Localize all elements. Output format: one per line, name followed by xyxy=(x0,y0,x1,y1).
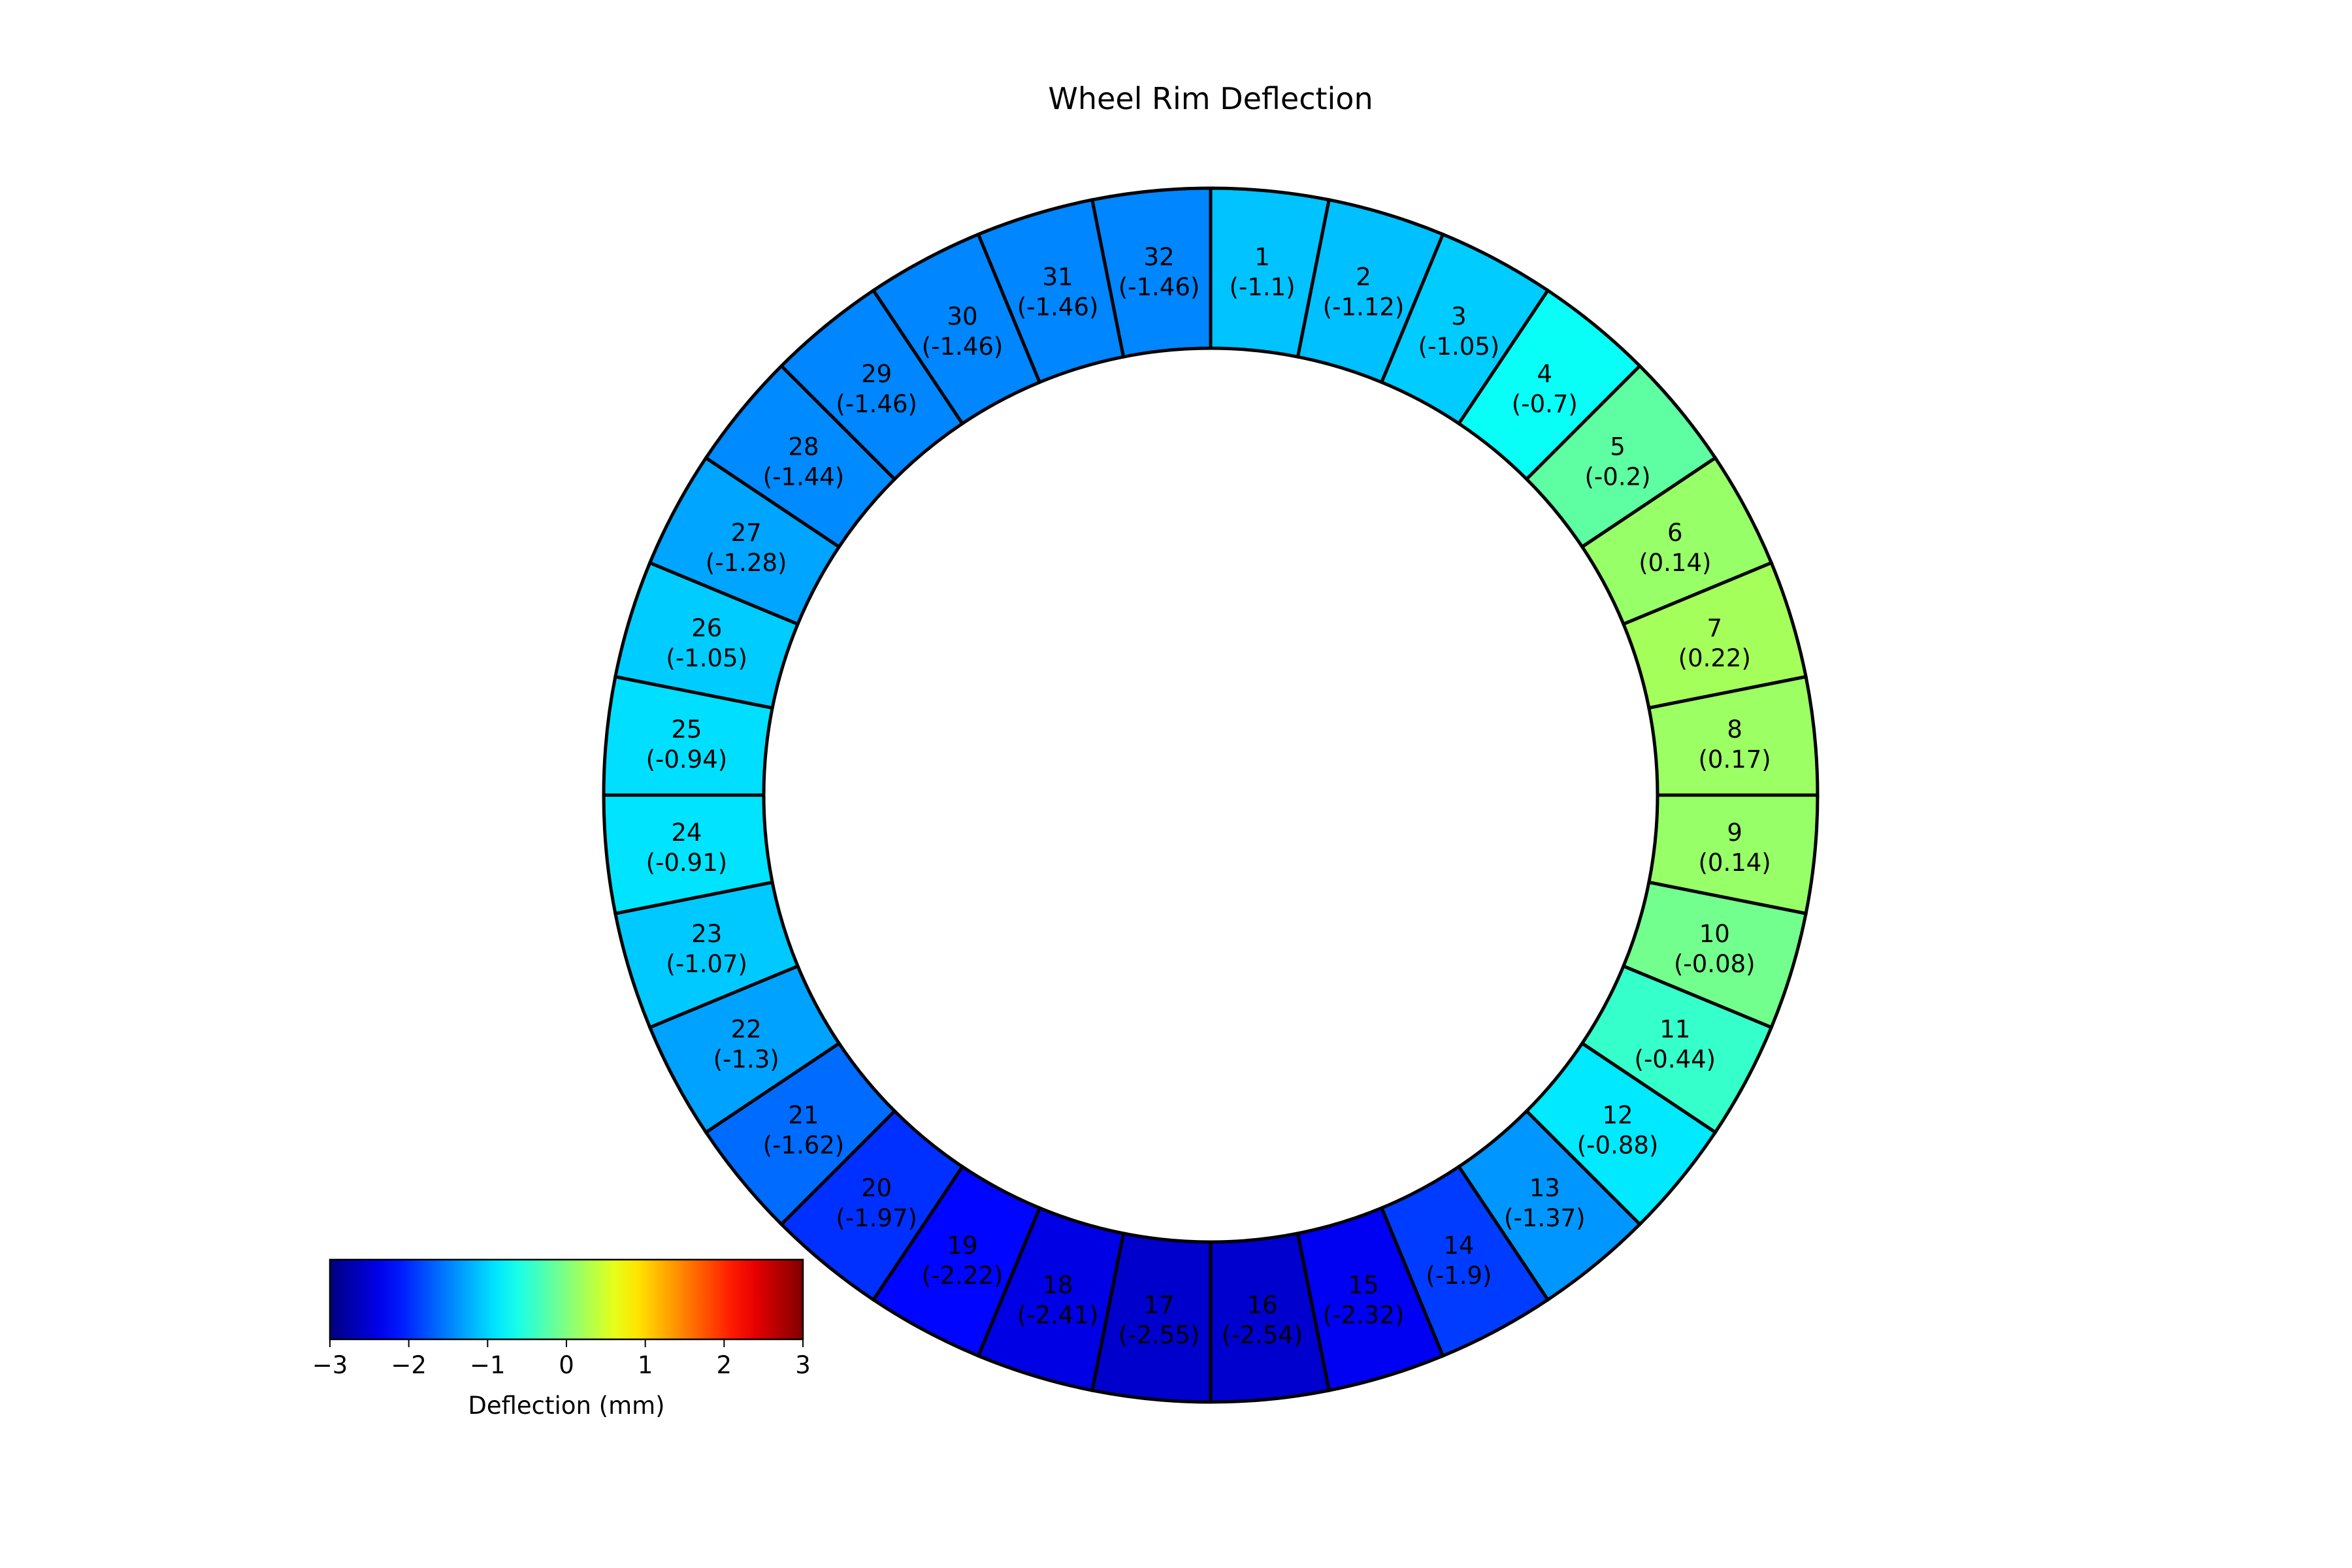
segment-id-label: 11 xyxy=(1659,1015,1690,1043)
colorbar-tick-label: 2 xyxy=(717,1351,732,1379)
segment-value-label: (-0.88) xyxy=(1577,1131,1659,1159)
segment-value-label: (-0.44) xyxy=(1635,1045,1716,1073)
segment-value-label: (-1.1) xyxy=(1229,273,1295,301)
segment-value-label: (-0.91) xyxy=(646,849,728,877)
segment-value-label: (-1.62) xyxy=(763,1131,845,1159)
segment-id-label: 6 xyxy=(1667,519,1683,547)
colorbar-gradient xyxy=(330,1260,803,1339)
segment-value-label: (-2.32) xyxy=(1323,1301,1405,1329)
segment-value-label: (-1.46) xyxy=(836,390,917,418)
segment-id-label: 15 xyxy=(1348,1271,1379,1299)
segment-id-label: 2 xyxy=(1356,263,1371,291)
segment-id-label: 26 xyxy=(691,614,722,642)
segment-id-label: 21 xyxy=(788,1101,819,1129)
segment-id-label: 5 xyxy=(1610,433,1625,461)
colorbar-ticks: −3 −2 −1 0 1 2 3 xyxy=(312,1339,811,1379)
segment-value-label: (-2.22) xyxy=(922,1262,1004,1290)
colorbar-tick-label: 1 xyxy=(638,1351,653,1379)
segment-id-label: 29 xyxy=(861,360,892,388)
segment-value-label: (-1.3) xyxy=(713,1045,779,1073)
segment-id-label: 13 xyxy=(1529,1174,1560,1202)
segment-value-label: (-1.46) xyxy=(1119,273,1200,301)
segment-id-label: 20 xyxy=(861,1174,892,1202)
segment-value-label: (-1.97) xyxy=(836,1204,917,1232)
colorbar-label: Deflection (mm) xyxy=(468,1392,664,1420)
segment-id-label: 19 xyxy=(947,1232,978,1260)
segment-id-label: 10 xyxy=(1699,920,1730,948)
segment-id-label: 24 xyxy=(671,819,702,847)
segment-id-label: 7 xyxy=(1707,614,1723,642)
segment-value-label: (-1.07) xyxy=(666,950,747,978)
chart-title: Wheel Rim Deflection xyxy=(1048,81,1373,116)
segment-value-label: (-1.05) xyxy=(1418,333,1500,361)
segment-id-label: 23 xyxy=(691,920,722,948)
wheel-rim-deflection-chart: Wheel Rim Deflection 1(-1.1) 2(-1.12) 3(-1… xyxy=(312,81,1820,1420)
segment-value-label: (-1.46) xyxy=(1017,293,1099,321)
segment-value-label: (-0.2) xyxy=(1585,463,1651,491)
segment-value-label: (-2.55) xyxy=(1119,1321,1200,1349)
segment-id-label: 18 xyxy=(1042,1271,1073,1299)
colorbar: −3 −2 −1 0 1 2 3 Deflection (mm) xyxy=(312,1258,811,1420)
colorbar-tick-label: −2 xyxy=(391,1351,427,1379)
colorbar-tick-label: −3 xyxy=(312,1351,348,1379)
segment-value-label: (-0.08) xyxy=(1674,950,1756,978)
segment-value-label: (-0.7) xyxy=(1512,390,1578,418)
segment-value-label: (-2.54) xyxy=(1222,1321,1303,1349)
segment-id-label: 30 xyxy=(947,302,978,331)
segment-id-label: 14 xyxy=(1443,1232,1474,1260)
segment-id-label: 25 xyxy=(671,715,702,743)
segment-value-label: (-1.46) xyxy=(922,333,1004,361)
segment-id-label: 22 xyxy=(731,1015,762,1043)
segment-value-label: (-0.94) xyxy=(646,745,728,774)
colorbar-tick-label: −1 xyxy=(470,1351,506,1379)
segment-id-label: 8 xyxy=(1727,715,1742,743)
segment-value-label: (-1.44) xyxy=(763,463,845,491)
deflection-ring: 1(-1.1) 2(-1.12) 3(-1.05)4(-0.7)5(-0.2)6(0… xyxy=(602,186,1820,1404)
segment-id-label: 1 xyxy=(1254,243,1270,271)
segment-value-label: (0.17) xyxy=(1698,745,1771,774)
segment-value-label: (-1.05) xyxy=(666,644,747,672)
segment-value-label: (-2.41) xyxy=(1017,1301,1099,1329)
segment-value-label: (-1.28) xyxy=(706,549,787,577)
segment-value-label: (0.14) xyxy=(1698,849,1771,877)
segment-id-label: 32 xyxy=(1143,243,1174,271)
segment-id-label: 31 xyxy=(1042,263,1073,291)
colorbar-tick-label: 0 xyxy=(559,1351,574,1379)
segment-id-label: 27 xyxy=(731,519,762,547)
segment-value-label: (-1.9) xyxy=(1426,1262,1492,1290)
segment-id-label: 3 xyxy=(1451,302,1467,331)
segment-id-label: 17 xyxy=(1143,1291,1174,1319)
colorbar-tick-label: 3 xyxy=(795,1351,811,1379)
segment-id-label: 9 xyxy=(1727,819,1742,847)
segment-value-label: (-1.12) xyxy=(1323,293,1405,321)
segment-value-label: (0.22) xyxy=(1678,644,1751,672)
segment-id-label: 16 xyxy=(1247,1291,1277,1319)
segment-id-label: 4 xyxy=(1537,360,1553,388)
segment-id-label: 28 xyxy=(788,433,819,461)
segment-value-label: (-1.37) xyxy=(1504,1204,1586,1232)
segment-value-label: (0.14) xyxy=(1639,549,1711,577)
segment-id-label: 12 xyxy=(1602,1101,1633,1129)
